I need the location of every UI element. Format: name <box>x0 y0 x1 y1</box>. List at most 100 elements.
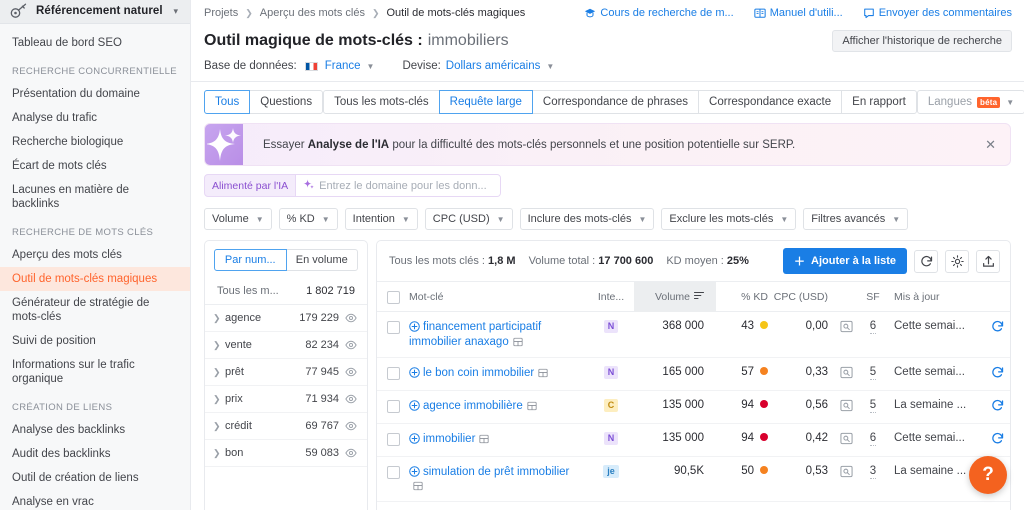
filter-button-4[interactable]: Inclure des mots-clés ▼ <box>519 208 655 230</box>
select-all-checkbox[interactable] <box>386 290 400 304</box>
sidebar-item-0[interactable]: Tableau de bord SEO <box>0 31 190 55</box>
sidebar-item-16[interactable]: Outil de création de liens <box>0 466 190 490</box>
row-checkbox[interactable] <box>386 400 400 413</box>
keyword-group-row[interactable]: ❯ vente 82 234 <box>205 332 367 359</box>
tab-type-1[interactable]: Questions <box>249 90 324 114</box>
row-checkbox[interactable] <box>386 321 400 334</box>
cell-serp-icon[interactable] <box>834 320 858 336</box>
sidebar-item-9[interactable]: Outil de mots-clés magiques <box>0 266 190 291</box>
column-header-volume[interactable]: Volume <box>634 281 716 312</box>
column-header-sf[interactable]: SF <box>858 291 888 303</box>
sf-value[interactable]: 5 <box>869 399 877 413</box>
table-row[interactable]: immobilier N 135 000 94 0,42 6 Cette semai... <box>377 424 1010 457</box>
keyword-link[interactable]: le bon coin immobilier <box>423 367 534 379</box>
filter-button-0[interactable]: Volume ▼ <box>204 208 272 230</box>
eye-icon[interactable] <box>345 312 357 324</box>
row-refresh-icon[interactable] <box>984 432 1010 448</box>
keyword-link[interactable]: agence immobilière <box>423 400 523 412</box>
add-keyword-icon[interactable] <box>409 321 420 335</box>
keyword-group-row[interactable]: ❯ prêt 77 945 <box>205 359 367 386</box>
filter-button-6[interactable]: Filtres avancés ▼ <box>803 208 909 230</box>
sf-value[interactable]: 6 <box>869 432 877 446</box>
filter-button-1[interactable]: % KD ▼ <box>278 208 338 230</box>
tab-match-2[interactable]: Correspondance de phrases <box>531 90 700 114</box>
close-icon[interactable]: ✕ <box>977 138 1010 151</box>
breadcrumb-item-projets[interactable]: Projets <box>204 7 238 19</box>
serp-preview-icon[interactable] <box>513 337 523 350</box>
sidebar-item-5[interactable]: Écart de mots clés <box>0 154 190 178</box>
table-row[interactable]: le bon coin immobilier N 165 000 57 0,33 5 Cet… <box>377 358 1010 391</box>
table-row[interactable]: financement participatif immobilier anax… <box>377 312 1010 358</box>
show-search-history-button[interactable]: Afficher l'historique de recherche <box>832 30 1012 52</box>
toggle-par-numero[interactable]: Par num... <box>214 249 287 271</box>
chevron-right-icon[interactable]: ❯ <box>213 448 225 459</box>
sidebar-item-11[interactable]: Suivi de position <box>0 329 190 353</box>
sidebar-item-3[interactable]: Analyse du trafic <box>0 106 190 130</box>
sf-value[interactable]: 6 <box>869 320 877 334</box>
export-button[interactable] <box>976 249 1000 273</box>
toggle-en-volume[interactable]: En volume <box>285 249 358 271</box>
keyword-group-row[interactable]: ❯ prix 71 934 <box>205 386 367 413</box>
serp-preview-icon[interactable] <box>527 401 537 414</box>
chevron-down-icon[interactable]: ▼ <box>366 62 375 71</box>
chevron-right-icon[interactable]: ❯ <box>213 394 225 405</box>
database-value[interactable]: France <box>325 60 361 72</box>
filter-button-3[interactable]: CPC (USD) ▼ <box>424 208 513 230</box>
serp-preview-icon[interactable] <box>538 368 548 381</box>
tab-type-0[interactable]: Tous <box>204 90 251 114</box>
intent-badge[interactable]: je <box>603 465 619 478</box>
serp-preview-icon[interactable] <box>479 434 489 447</box>
keyword-link[interactable]: simulation de prêt immobilier <box>423 466 569 478</box>
column-header-intent[interactable]: Inte... <box>588 291 634 303</box>
breadcrumb-item-apercu[interactable]: Aperçu des mots clés <box>260 7 365 19</box>
chevron-right-icon[interactable]: ❯ <box>213 367 225 378</box>
row-checkbox[interactable] <box>386 367 400 380</box>
chevron-right-icon[interactable]: ❯ <box>213 313 225 324</box>
eye-icon[interactable] <box>345 393 357 405</box>
sidebar-item-17[interactable]: Analyse en vrac <box>0 490 190 510</box>
tab-match-3[interactable]: Correspondance exacte <box>698 90 843 114</box>
sidebar-item-4[interactable]: Recherche biologique <box>0 130 190 154</box>
intent-badge[interactable]: C <box>603 399 619 412</box>
keyword-link[interactable]: immobilier <box>423 433 475 445</box>
link-cours-recherche[interactable]: Cours de recherche de m... <box>584 7 734 19</box>
table-row[interactable]: agence immobilière C 135 000 94 0,56 5 La sema… <box>377 391 1010 424</box>
cell-serp-icon[interactable] <box>834 465 858 481</box>
column-header-keyword[interactable]: Mot-clé <box>409 291 588 303</box>
row-refresh-icon[interactable] <box>984 399 1010 415</box>
cell-serp-icon[interactable] <box>834 432 858 448</box>
tab-langues[interactable]: Langues béta ▼ <box>916 90 1024 114</box>
cell-serp-icon[interactable] <box>834 366 858 382</box>
eye-icon[interactable] <box>345 420 357 432</box>
sf-value[interactable]: 3 <box>869 465 877 479</box>
intent-badge[interactable]: N <box>603 320 619 333</box>
chevron-right-icon[interactable]: ❯ <box>213 421 225 432</box>
keyword-group-row[interactable]: ❯ bon 59 083 <box>205 440 367 467</box>
refresh-button[interactable] <box>914 249 938 273</box>
row-checkbox[interactable] <box>386 433 400 446</box>
tab-match-0[interactable]: Tous les mots-clés <box>323 90 440 114</box>
column-header-updated[interactable]: Mis à jour <box>888 291 984 303</box>
serp-preview-icon[interactable] <box>413 481 423 494</box>
add-keyword-icon[interactable] <box>409 367 420 381</box>
chevron-right-icon[interactable]: ❯ <box>213 340 225 351</box>
keyword-group-row[interactable]: ❯ agence 179 229 <box>205 305 367 332</box>
sidebar-item-10[interactable]: Générateur de stratégie de mots-clés <box>0 291 190 329</box>
add-keyword-icon[interactable] <box>409 400 420 414</box>
settings-gear-button[interactable] <box>945 249 969 273</box>
add-to-list-button[interactable]: ＋ Ajouter à la liste <box>783 248 907 274</box>
currency-value[interactable]: Dollars américains <box>446 60 541 72</box>
sidebar-item-6[interactable]: Lacunes en matière de backlinks <box>0 178 190 216</box>
link-envoyer-commentaires[interactable]: Envoyer des commentaires <box>863 7 1012 19</box>
row-refresh-icon[interactable] <box>984 320 1010 336</box>
keyword-group-row[interactable]: ❯ crédit 69 767 <box>205 413 367 440</box>
ai-domain-input[interactable]: Entrez le domaine pour les donn... <box>295 175 501 196</box>
eye-icon[interactable] <box>345 366 357 378</box>
eye-icon[interactable] <box>345 339 357 351</box>
keyword-all-row[interactable]: Tous les m... 1 802 719 <box>205 279 367 305</box>
sf-value[interactable]: 5 <box>869 366 877 380</box>
link-manuel-utilisation[interactable]: Manuel d'utili... <box>754 7 843 19</box>
sidebar-item-8[interactable]: Aperçu des mots clés <box>0 243 190 267</box>
sidebar-item-2[interactable]: Présentation du domaine <box>0 82 190 106</box>
tab-match-4[interactable]: En rapport <box>841 90 917 114</box>
